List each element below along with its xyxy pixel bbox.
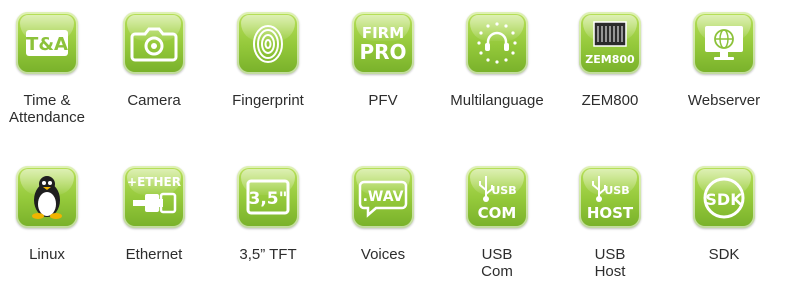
voices-bubble-icon: .WAV [352,166,414,228]
feature-label: Linux [29,246,65,263]
feature-ethernet: +ETHER Ethernet [97,160,211,290]
feature-fingerprint: Fingerprint [211,6,325,126]
feature-label: USB Com [481,246,513,280]
feature-label: Voices [360,246,406,263]
feature-zem800: ZEM800 ZEM800 [553,6,667,126]
svg-text:ZEM800: ZEM800 [585,53,635,66]
tft-screen-icon: 3,5" [237,166,299,228]
feature-pfv: FIRM PRO PFV [326,6,440,126]
feature-label: Fingerprint [232,92,304,109]
linux-penguin-icon [16,166,78,228]
feature-multilanguage: Multilanguage [440,6,554,126]
svg-text:T&A: T&A [26,34,68,55]
fingerprint-icon [237,12,299,74]
feature-sdk: SDK SDK [667,160,781,290]
feature-time-attendance: T&A Time & Attendance [0,6,104,156]
feature-camera: Camera [97,6,211,126]
svg-text:USB: USB [604,184,629,197]
svg-text:HOST: HOST [587,204,634,222]
feature-usb-host: USB HOST USB Host [553,160,667,290]
sdk-icon: SDK [693,166,755,228]
feature-label: ZEM800 [581,92,639,109]
webserver-monitor-icon [693,12,755,74]
firmware-pro-icon: FIRM PRO [352,12,414,74]
svg-text:+ETHER: +ETHER [127,175,181,189]
feature-label: Ethernet [125,246,183,263]
svg-text:USB: USB [491,184,516,197]
time-attendance-icon: T&A [16,12,78,74]
zem800-chip-icon: ZEM800 [579,12,641,74]
feature-label: Webserver [687,92,761,109]
usb-host-icon: USB HOST [579,166,641,228]
feature-tft: 3,5" 3,5” TFT [211,160,325,290]
feature-usb-com: USB COM USB Com [440,160,554,290]
feature-linux: Linux [0,160,104,290]
feature-icon-grid: T&A Time & Attendance Camera Fingerprint… [0,0,792,292]
feature-webserver: Webserver [667,6,781,126]
svg-text:COM: COM [478,204,517,222]
camera-icon [123,12,185,74]
feature-voices: .WAV Voices [326,160,440,290]
svg-text:PRO: PRO [359,40,406,64]
ethernet-plug-icon: +ETHER [123,166,185,228]
feature-label: Multilanguage [450,92,544,109]
svg-text:3,5": 3,5" [249,189,288,209]
svg-text:SDK: SDK [705,190,743,209]
multilanguage-headset-icon [466,12,528,74]
feature-label: SDK [708,246,740,263]
feature-label: Camera [127,92,181,109]
usb-com-icon: USB COM [466,166,528,228]
feature-label: 3,5” TFT [239,246,297,263]
feature-label: USB Host [594,246,626,280]
svg-text:.WAV: .WAV [363,189,404,205]
feature-label: Time & Attendance [9,92,85,126]
feature-label: PFV [368,92,398,109]
